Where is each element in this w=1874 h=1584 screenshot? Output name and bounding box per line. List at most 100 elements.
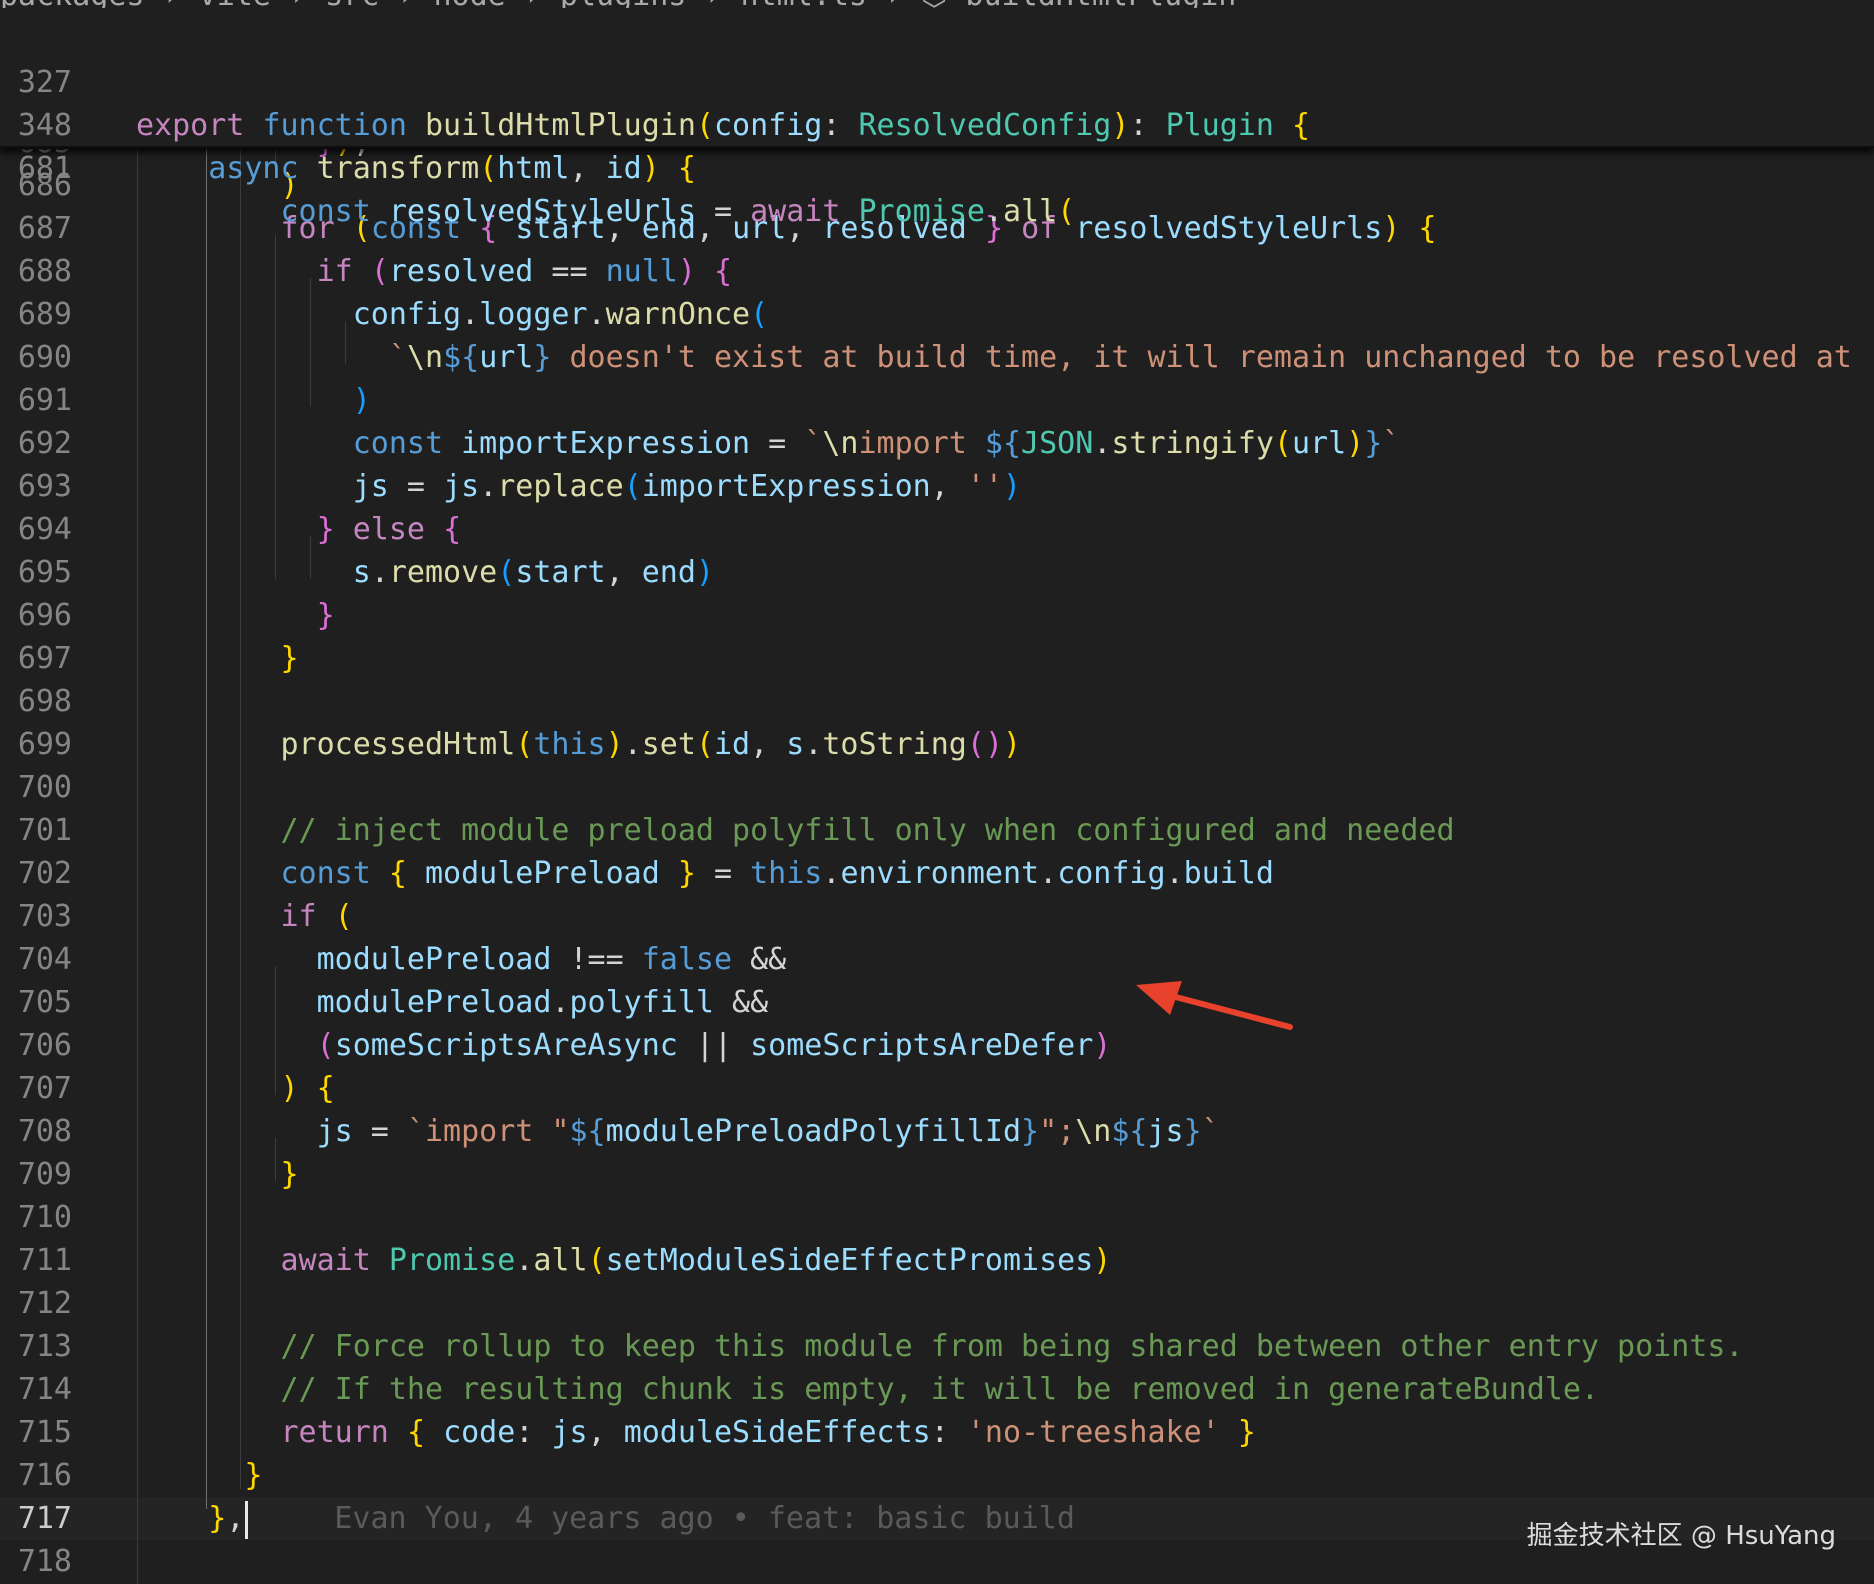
line-number: 711 — [17, 1243, 72, 1278]
code-line[interactable]: 716 } — [0, 1454, 1874, 1497]
code-line[interactable]: 712 — [0, 1282, 1874, 1325]
code-line[interactable]: 715 return { code: js, moduleSideEffects… — [0, 1411, 1874, 1454]
code-text: }, Evan You, 4 years ago • feat: basic bu… — [136, 1497, 1075, 1540]
line-number: 713 — [17, 1329, 72, 1364]
indent-guide — [345, 321, 346, 364]
code-text: const { modulePreload } = this.environme… — [280, 856, 1274, 891]
line-number: 693 — [17, 469, 72, 504]
line-number: 691 — [17, 383, 72, 418]
line-number: 695 — [17, 555, 72, 590]
line-number: 690 — [17, 340, 72, 375]
line-number: 704 — [17, 942, 72, 977]
line-number: 702 — [17, 856, 72, 891]
code-line[interactable]: 711 await Promise.all(setModuleSideEffec… — [0, 1239, 1874, 1282]
line-number: 697 — [17, 641, 72, 676]
line-number: 706 — [17, 1028, 72, 1063]
line-number: 716 — [17, 1458, 72, 1493]
sticky-line[interactable]: 327 export function buildHtmlPlugin(conf… — [0, 18, 1874, 143]
line-number: 715 — [17, 1415, 72, 1450]
code-text: } — [244, 1458, 263, 1493]
line-number: 692 — [17, 426, 72, 461]
code-text: const importExpression = `\nimport ${JSO… — [352, 426, 1401, 461]
indent-guide — [137, 149, 138, 1584]
code-line[interactable]: 705 modulePreload.polyfill && — [0, 981, 1874, 1024]
code-line[interactable]: 703 if ( — [0, 895, 1874, 938]
code-text: ) — [352, 383, 371, 418]
code-text: } — [316, 598, 335, 633]
code-text: } else { — [316, 512, 462, 547]
code-line[interactable]: 692 const importExpression = `\nimport $… — [0, 422, 1874, 465]
sticky-scroll-header[interactable]: 327 export function buildHtmlPlugin(conf… — [0, 18, 1874, 229]
code-line[interactable]: 707 ) { — [0, 1067, 1874, 1110]
line-number: 694 — [17, 512, 72, 547]
line-number: 696 — [17, 598, 72, 633]
code-text: await Promise.all(setModuleSideEffectPro… — [280, 1243, 1112, 1278]
code-line[interactable]: 689 config.logger.warnOnce( — [0, 293, 1874, 336]
red-arrow-annotation — [1136, 981, 1293, 1030]
line-number: 709 — [17, 1157, 72, 1192]
code-line[interactable]: 697 } — [0, 637, 1874, 680]
code-line[interactable]: 698 — [0, 680, 1874, 723]
line-number: 698 — [17, 684, 72, 719]
sticky-line[interactable]: 348 async transform(html, id) { — [0, 61, 1874, 186]
code-line[interactable]: 701 // inject module preload polyfill on… — [0, 809, 1874, 852]
code-text: async transform(html, id) { — [208, 151, 696, 186]
code-line[interactable]: 702 const { modulePreload } = this.envir… — [0, 852, 1874, 895]
line-number: 707 — [17, 1071, 72, 1106]
line-number: 708 — [17, 1114, 72, 1149]
line-number: 705 — [17, 985, 72, 1020]
code-text: modulePreload.polyfill && — [316, 985, 769, 1020]
sticky-line[interactable]: 681 const resolvedStyleUrls = await Prom… — [0, 104, 1874, 229]
line-number: 689 — [17, 297, 72, 332]
code-text: (someScriptsAreAsync || someScriptsAreDe… — [316, 1028, 1112, 1063]
code-text: `\n${url} doesn't exist at build time, i… — [388, 340, 1874, 375]
code-line[interactable]: 694 } else { — [0, 508, 1874, 551]
indent-guide — [310, 278, 311, 407]
editor-content[interactable]: 685 }),686 )687 for (const { start, end,… — [0, 149, 1874, 1584]
code-line[interactable]: 688 if (resolved == null) { — [0, 250, 1874, 293]
breadcrumb[interactable]: packages › vite › src › node › plugins ›… — [0, 0, 1874, 8]
code-text: return { code: js, moduleSideEffects: 'n… — [280, 1415, 1256, 1450]
git-blame-annotation: Evan You, 4 years ago • feat: basic buil… — [334, 1501, 1075, 1536]
watermark: 掘金技术社区 @ HsuYang — [1526, 1521, 1836, 1551]
line-number: 714 — [17, 1372, 72, 1407]
code-line[interactable]: 704 modulePreload !== false && — [0, 938, 1874, 981]
code-line[interactable]: 696 } — [0, 594, 1874, 637]
code-line[interactable]: 713 // Force rollup to keep this module … — [0, 1325, 1874, 1368]
code-line[interactable]: 691 ) — [0, 379, 1874, 422]
indent-guide-active — [206, 149, 207, 1509]
code-line[interactable]: 706 (someScriptsAreAsync || someScriptsA… — [0, 1024, 1874, 1067]
line-number: 717 — [17, 1501, 72, 1536]
code-text: js = js.replace(importExpression, '') — [352, 469, 1022, 504]
code-text: config.logger.warnOnce( — [352, 297, 769, 332]
code-line[interactable]: 695 s.remove(start, end) — [0, 551, 1874, 594]
code-line[interactable]: 714 // If the resulting chunk is empty, … — [0, 1368, 1874, 1411]
code-line[interactable]: 693 js = js.replace(importExpression, ''… — [0, 465, 1874, 508]
code-line[interactable]: 708 js = `import "${modulePreloadPolyfil… — [0, 1110, 1874, 1153]
code-line[interactable]: 699 processedHtml(this).set(id, s.toStri… — [0, 723, 1874, 766]
code-line[interactable]: 709 } — [0, 1153, 1874, 1196]
code-text: } — [280, 641, 299, 676]
line-number: 712 — [17, 1286, 72, 1321]
line-number: 718 — [17, 1544, 72, 1579]
code-text: ) { — [280, 1071, 335, 1106]
indent-guide — [310, 536, 311, 579]
code-line[interactable]: 700 — [0, 766, 1874, 809]
indent-guide — [275, 1138, 276, 1181]
indent-guide — [275, 966, 276, 1095]
line-number: 681 — [17, 151, 72, 186]
code-text: // inject module preload polyfill only w… — [280, 813, 1455, 848]
line-number: 710 — [17, 1200, 72, 1235]
indent-guide — [240, 149, 241, 1489]
code-text: const resolvedStyleUrls = await Promise.… — [280, 194, 1076, 229]
code-text: processedHtml(this).set(id, s.toString()… — [280, 727, 1022, 762]
code-text: js = `import "${modulePreloadPolyfillId}… — [316, 1114, 1220, 1149]
code-line[interactable]: 690 `\n${url} doesn't exist at build tim… — [0, 336, 1874, 379]
indent-guide — [275, 235, 276, 579]
code-text: if ( — [280, 899, 353, 934]
code-text: modulePreload !== false && — [316, 942, 787, 977]
code-line[interactable]: 710 — [0, 1196, 1874, 1239]
code-text: if (resolved == null) { — [316, 254, 733, 289]
code-text: s.remove(start, end) — [352, 555, 714, 590]
code-text: // Force rollup to keep this module from… — [280, 1329, 1744, 1364]
